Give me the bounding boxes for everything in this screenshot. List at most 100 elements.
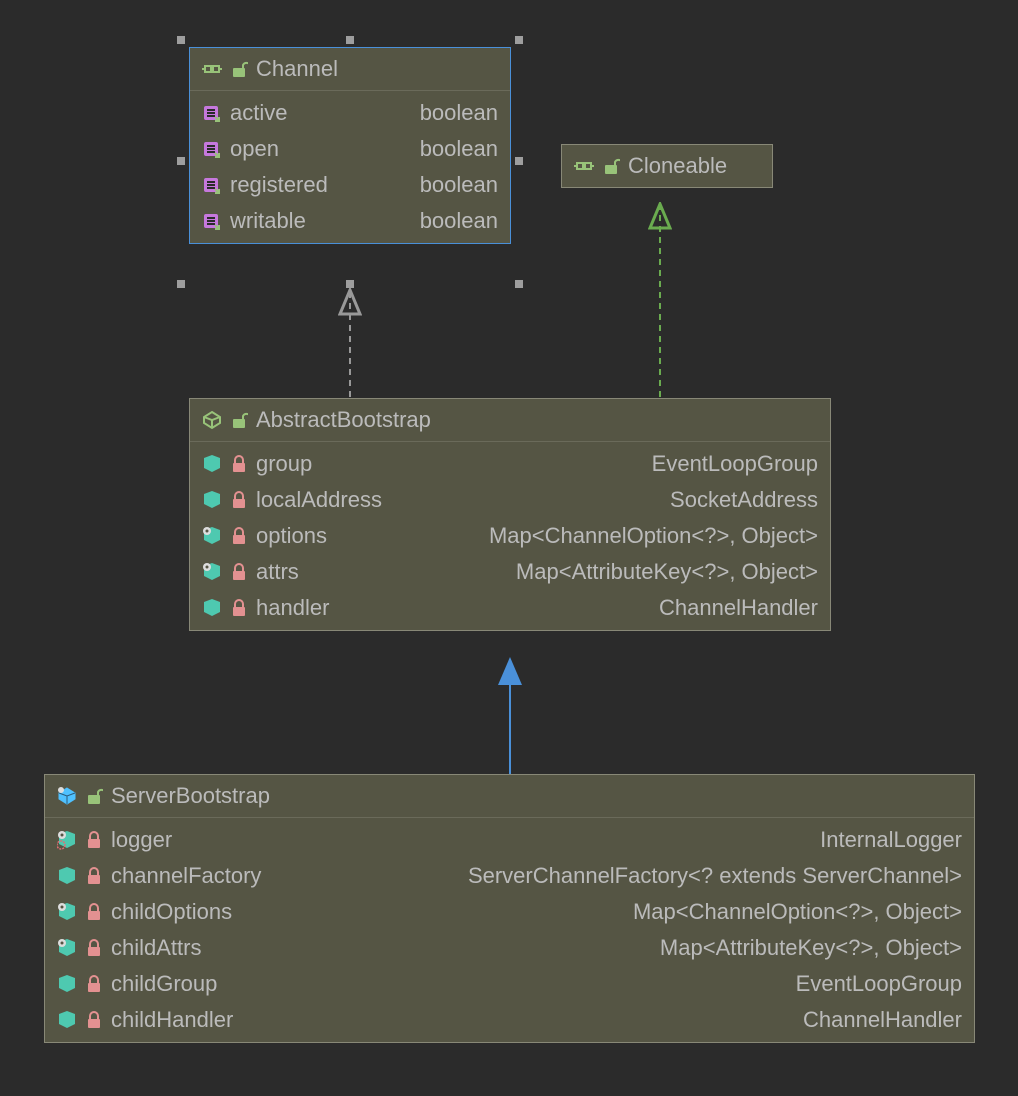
member-row[interactable]: active boolean	[190, 95, 510, 131]
lock-open-icon	[230, 411, 248, 429]
field-icon	[202, 598, 222, 618]
selection-handle[interactable]	[515, 157, 523, 165]
member-name: writable	[230, 208, 306, 234]
interface-icon	[574, 157, 594, 175]
member-name: attrs	[256, 559, 299, 585]
selection-handle[interactable]	[346, 36, 354, 44]
member-name: group	[256, 451, 312, 477]
member-name: registered	[230, 172, 328, 198]
member-row[interactable]: options Map<ChannelOption<?>, Object>	[190, 518, 830, 554]
class-box-server-bootstrap[interactable]: ServerBootstrap logger InternalLogger ch…	[44, 774, 975, 1043]
member-row[interactable]: childOptions Map<ChannelOption<?>, Objec…	[45, 894, 974, 930]
member-row[interactable]: childAttrs Map<AttributeKey<?>, Object>	[45, 930, 974, 966]
class-box-channel[interactable]: Channel active boolean open boolean regi…	[189, 47, 511, 244]
lock-icon	[85, 975, 103, 993]
selection-handle[interactable]	[177, 157, 185, 165]
lock-open-icon	[602, 157, 620, 175]
class-header: Channel	[190, 48, 510, 91]
member-name: childAttrs	[111, 935, 201, 961]
lock-icon	[230, 599, 248, 617]
member-row[interactable]: open boolean	[190, 131, 510, 167]
member-type: InternalLogger	[180, 827, 962, 853]
selection-handle[interactable]	[515, 36, 523, 44]
selection-handle[interactable]	[346, 280, 354, 288]
member-type: ChannelHandler	[241, 1007, 962, 1033]
property-icon	[202, 103, 222, 123]
class-title: Cloneable	[628, 153, 727, 179]
abstract-class-icon	[202, 410, 222, 430]
member-type: boolean	[287, 136, 498, 162]
member-row[interactable]: channelFactory ServerChannelFactory<? ex…	[45, 858, 974, 894]
member-type: EventLoopGroup	[320, 451, 818, 477]
member-type: Map<AttributeKey<?>, Object>	[209, 935, 962, 961]
selection-handle[interactable]	[177, 36, 185, 44]
class-header: Cloneable	[562, 145, 772, 187]
lock-open-icon	[85, 787, 103, 805]
class-box-cloneable[interactable]: Cloneable	[561, 144, 773, 188]
lock-icon	[230, 563, 248, 581]
property-icon	[202, 211, 222, 231]
member-row[interactable]: logger InternalLogger	[45, 822, 974, 858]
member-row[interactable]: group EventLoopGroup	[190, 446, 830, 482]
interface-icon	[202, 60, 222, 78]
lock-icon	[230, 455, 248, 473]
field-icon	[57, 866, 77, 886]
member-type: EventLoopGroup	[225, 971, 962, 997]
field-gear-red-icon	[57, 830, 77, 850]
member-row[interactable]: attrs Map<AttributeKey<?>, Object>	[190, 554, 830, 590]
lock-icon	[230, 527, 248, 545]
member-row[interactable]: childGroup EventLoopGroup	[45, 966, 974, 1002]
field-icon	[202, 490, 222, 510]
class-members: group EventLoopGroup localAddress Socket…	[190, 442, 830, 630]
field-icon	[57, 1010, 77, 1030]
field-icon	[57, 974, 77, 994]
member-row[interactable]: localAddress SocketAddress	[190, 482, 830, 518]
member-name: logger	[111, 827, 172, 853]
class-box-abstract-bootstrap[interactable]: AbstractBootstrap group EventLoopGroup l…	[189, 398, 831, 631]
member-type: boolean	[336, 172, 498, 198]
class-members: logger InternalLogger channelFactory Ser…	[45, 818, 974, 1042]
class-title: AbstractBootstrap	[256, 407, 431, 433]
class-icon	[57, 786, 77, 806]
member-row[interactable]: childHandler ChannelHandler	[45, 1002, 974, 1038]
lock-icon	[85, 831, 103, 849]
member-row[interactable]: handler ChannelHandler	[190, 590, 830, 626]
member-name: handler	[256, 595, 329, 621]
member-name: options	[256, 523, 327, 549]
selection-handle[interactable]	[515, 280, 523, 288]
member-name: childHandler	[111, 1007, 233, 1033]
member-name: active	[230, 100, 287, 126]
lock-open-icon	[230, 60, 248, 78]
member-row[interactable]: writable boolean	[190, 203, 510, 239]
class-header: AbstractBootstrap	[190, 399, 830, 442]
member-name: childOptions	[111, 899, 232, 925]
member-name: open	[230, 136, 279, 162]
lock-icon	[85, 1011, 103, 1029]
lock-icon	[85, 867, 103, 885]
property-icon	[202, 139, 222, 159]
field-gear-icon	[57, 938, 77, 958]
member-name: channelFactory	[111, 863, 261, 889]
lock-icon	[85, 939, 103, 957]
lock-icon	[230, 491, 248, 509]
field-gear-icon	[57, 902, 77, 922]
field-icon	[202, 454, 222, 474]
member-type: ChannelHandler	[337, 595, 818, 621]
class-header: ServerBootstrap	[45, 775, 974, 818]
class-members: active boolean open boolean registered b…	[190, 91, 510, 243]
member-type: Map<ChannelOption<?>, Object>	[335, 523, 818, 549]
member-type: ServerChannelFactory<? extends ServerCha…	[269, 863, 962, 889]
member-row[interactable]: registered boolean	[190, 167, 510, 203]
member-type: Map<ChannelOption<?>, Object>	[240, 899, 962, 925]
class-title: Channel	[256, 56, 338, 82]
member-type: SocketAddress	[390, 487, 818, 513]
member-name: localAddress	[256, 487, 382, 513]
field-gear-icon	[202, 562, 222, 582]
member-type: Map<AttributeKey<?>, Object>	[307, 559, 818, 585]
lock-icon	[85, 903, 103, 921]
field-gear-icon	[202, 526, 222, 546]
member-type: boolean	[295, 100, 498, 126]
member-name: childGroup	[111, 971, 217, 997]
property-icon	[202, 175, 222, 195]
selection-handle[interactable]	[177, 280, 185, 288]
